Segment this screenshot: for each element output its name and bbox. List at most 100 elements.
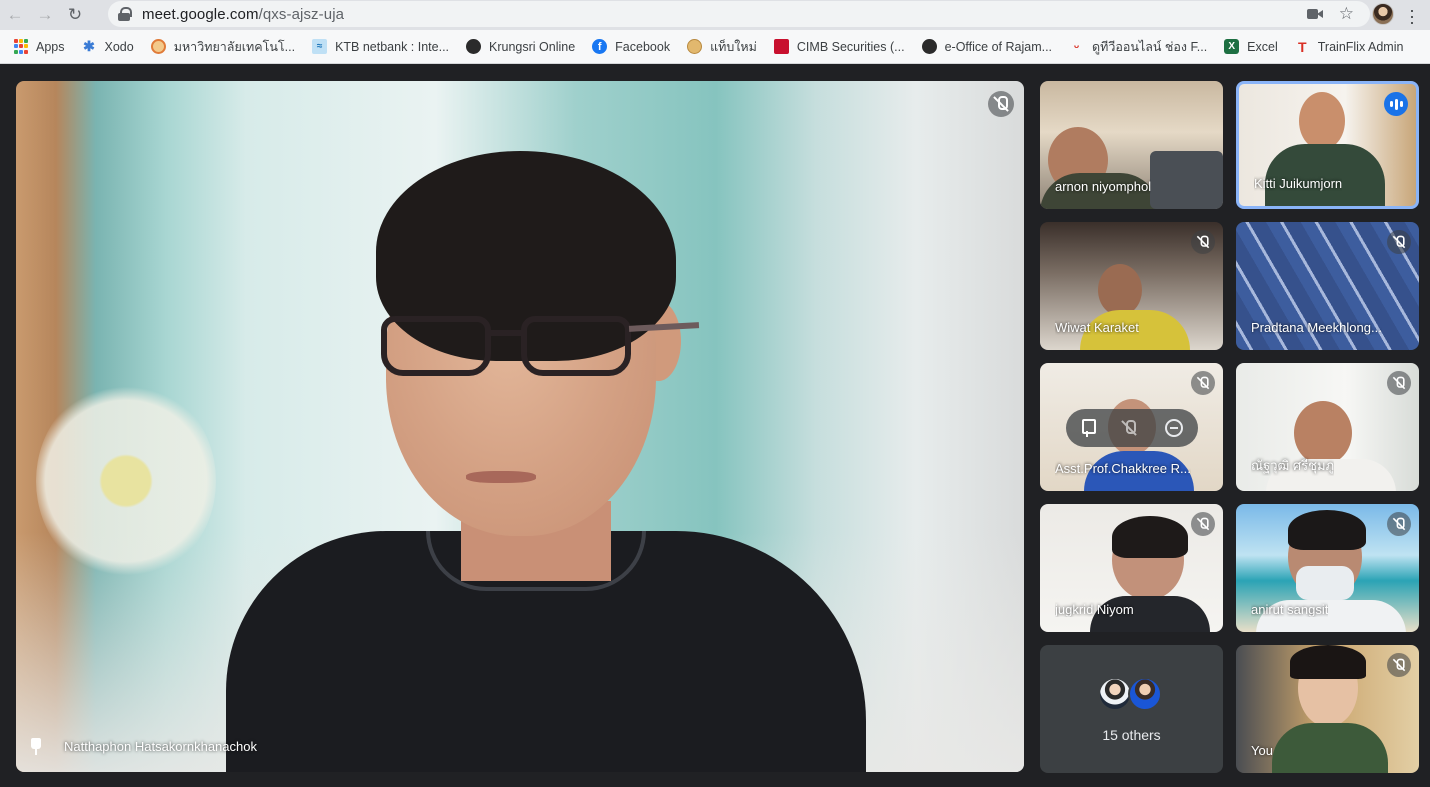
- bookmark-cimb[interactable]: CIMB Securities (...: [773, 39, 905, 54]
- globe-icon: [466, 39, 482, 54]
- participant-mask: [1296, 566, 1354, 600]
- bookmark-label: KTB netbank : Inte...: [335, 39, 450, 54]
- mic-muted-icon: [1387, 371, 1411, 395]
- mic-muted-icon: [1191, 371, 1215, 395]
- bookmark-new-tab[interactable]: แท็บใหม่: [687, 37, 757, 57]
- participant-name: anirut sangsit: [1251, 602, 1329, 617]
- pin-icon[interactable]: [30, 738, 42, 756]
- bookmark-label: e-Office of Rajam...: [944, 39, 1053, 54]
- speaking-indicator-icon: [1384, 92, 1408, 116]
- apps-grid-icon: [14, 39, 28, 54]
- participant-name: Pradtana Meekhlong...: [1251, 320, 1382, 335]
- forward-arrow-icon[interactable]: →: [30, 0, 60, 30]
- bookmark-label: มหาวิทยาลัยเทคโนโ...: [173, 39, 296, 54]
- bookmark-eoffice[interactable]: e-Office of Rajam...: [921, 39, 1053, 54]
- others-count: 15 others: [1102, 727, 1161, 743]
- mic-muted-icon: [1387, 653, 1411, 677]
- mic-muted-icon: [1387, 512, 1411, 536]
- participant-tile[interactable]: ณัฐวุฒิ ศรีชุมภู: [1236, 363, 1419, 491]
- participant-name: jugkrid Niyom: [1055, 602, 1134, 617]
- participant-name: Wiwat Karaket: [1055, 320, 1139, 335]
- participant-video: [1098, 264, 1142, 316]
- glasses-bridge: [489, 330, 525, 336]
- pin-icon[interactable]: [1081, 419, 1096, 437]
- participant-torso: [1272, 723, 1388, 773]
- participant-tile[interactable]: anirut sangsit: [1236, 504, 1419, 632]
- participant-name: Kitti Juikumjorn: [1254, 176, 1343, 191]
- bookmark-xodo[interactable]: ✱ Xodo: [82, 38, 134, 54]
- participant-tile-active[interactable]: Kitti Juikumjorn: [1236, 81, 1419, 209]
- participant-chair: [1150, 151, 1223, 209]
- self-label: You: [1251, 743, 1273, 758]
- bookmark-tv[interactable]: ᵕ ดูทีวีออนไลน์ ช่อง F...: [1069, 37, 1207, 57]
- profile-avatar[interactable]: [1372, 3, 1394, 25]
- excel-icon: X: [1224, 39, 1240, 54]
- participant-name: arnon niyomphol: [1055, 179, 1152, 194]
- participant-tile[interactable]: Pradtana Meekhlong...: [1236, 222, 1419, 350]
- bookmark-krungsri[interactable]: Krungsri Online: [466, 39, 575, 54]
- speaker-video: [226, 111, 866, 772]
- kebab-menu-icon[interactable]: · · ·: [1406, 1, 1418, 31]
- reload-icon[interactable]: ↻: [60, 0, 90, 30]
- cimb-icon: [773, 39, 789, 54]
- tv-icon: ᵕ: [1073, 39, 1080, 54]
- mic-muted-icon: [1387, 230, 1411, 254]
- address-bar[interactable]: meet.google.com/qxs-ajsz-uja ☆: [108, 1, 1370, 27]
- bookmark-label: แท็บใหม่: [710, 39, 757, 54]
- lock-icon: [118, 7, 132, 21]
- bookmark-facebook[interactable]: f Facebook: [592, 39, 670, 54]
- university-icon: [150, 39, 166, 54]
- speaker-mouth: [466, 471, 536, 483]
- others-tile[interactable]: 15 others: [1040, 645, 1223, 773]
- remove-icon[interactable]: [1165, 419, 1184, 437]
- meet-stage: Natthaphon Hatsakornkhanachok arnon niyo…: [0, 65, 1430, 787]
- trainflix-icon: T: [1297, 38, 1307, 55]
- participant-video: [1299, 92, 1345, 150]
- bookmark-excel[interactable]: X Excel: [1224, 39, 1278, 54]
- bookmarks-bar: Apps ✱ Xodo มหาวิทยาลัยเทคโนโ... ≈ KTB n…: [0, 30, 1430, 64]
- mic-muted-icon: [988, 91, 1014, 117]
- participant-tile[interactable]: jugkrid Niyom: [1040, 504, 1223, 632]
- speaker-glasses: [361, 316, 700, 386]
- bookmark-trainflix[interactable]: T TrainFlix Admin: [1295, 38, 1404, 55]
- bookmark-label: Excel: [1247, 39, 1278, 54]
- cookie-icon: [687, 39, 703, 54]
- self-tile[interactable]: You: [1236, 645, 1419, 773]
- url-host: meet.google.com: [142, 5, 259, 23]
- participant-name: Asst.Prof.Chakkree R...: [1055, 461, 1191, 476]
- bookmark-label: Apps: [36, 39, 65, 54]
- url-path: /qxs-ajsz-uja: [258, 5, 345, 23]
- mute-icon[interactable]: [1122, 420, 1136, 436]
- url-text: meet.google.com/qxs-ajsz-uja: [142, 6, 344, 23]
- participant-hair: [1290, 645, 1366, 679]
- bookmark-star-icon[interactable]: ☆: [1339, 5, 1354, 22]
- participant-hair: [1288, 510, 1366, 550]
- others-avatars: [1098, 677, 1162, 711]
- participant-name: Natthaphon Hatsakornkhanachok: [64, 739, 257, 754]
- ktb-icon: ≈: [312, 39, 328, 54]
- participant-tile[interactable]: Asst.Prof.Chakkree R...: [1040, 363, 1223, 491]
- bookmark-label: Krungsri Online: [489, 39, 576, 54]
- participant-tile[interactable]: Wiwat Karaket: [1040, 222, 1223, 350]
- facebook-icon: f: [592, 39, 608, 54]
- bookmark-university[interactable]: มหาวิทยาลัยเทคโนโ...: [150, 37, 296, 57]
- camera-icon[interactable]: [1306, 8, 1323, 20]
- bookmark-apps[interactable]: Apps: [14, 39, 65, 54]
- bookmark-label: ดูทีวีออนไลน์ ช่อง F...: [1092, 39, 1208, 54]
- mic-muted-icon: [1191, 230, 1215, 254]
- xodo-icon: ✱: [83, 38, 95, 54]
- bookmark-label: CIMB Securities (...: [796, 39, 905, 54]
- participant-name: ณัฐวุฒิ ศรีชุมภู: [1251, 458, 1335, 473]
- bookmark-label: TrainFlix Admin: [1317, 39, 1404, 54]
- participant-tile[interactable]: arnon niyomphol: [1040, 81, 1223, 209]
- back-arrow-icon[interactable]: ←: [0, 0, 30, 30]
- bookmark-label: Xodo: [104, 39, 134, 54]
- browser-toolbar: ← → ↻ meet.google.com/qxs-ajsz-uja ☆ · · ·: [0, 0, 1430, 31]
- glasses-lens-right: [521, 316, 631, 376]
- mic-muted-icon: [1191, 512, 1215, 536]
- avatar: [1128, 677, 1162, 711]
- main-video-tile[interactable]: Natthaphon Hatsakornkhanachok: [16, 81, 1024, 772]
- glasses-lens-left: [381, 316, 491, 376]
- bookmark-ktb[interactable]: ≈ KTB netbank : Inte...: [312, 39, 449, 54]
- tile-hover-controls: [1066, 409, 1198, 447]
